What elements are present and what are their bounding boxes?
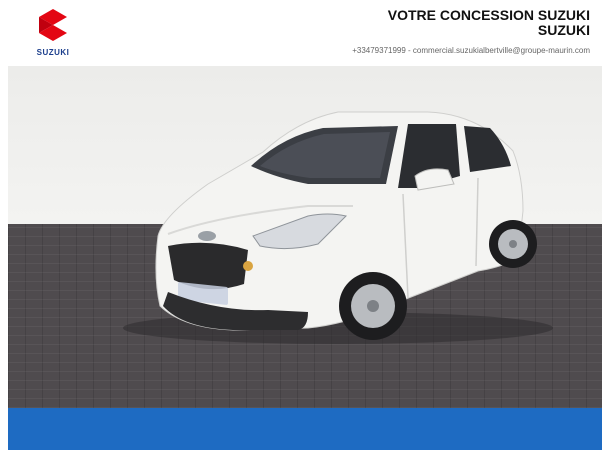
dealer-title-line-1: VOTRE CONCESSION SUZUKI — [387, 7, 590, 23]
dealer-contact[interactable]: +33479371999 - commercial.suzukialbertvi… — [352, 46, 590, 55]
logo-wordmark: SUZUKI — [36, 48, 70, 57]
vehicle-photo — [8, 66, 602, 408]
site-header: SUZUKI VOTRE CONCESSION SUZUKI SUZUKI +3… — [0, 0, 610, 66]
dealer-title: VOTRE CONCESSION SUZUKI SUZUKI — [290, 8, 590, 38]
car-image — [123, 111, 553, 344]
suzuki-logo[interactable]: SUZUKI — [26, 8, 80, 62]
accent-bar — [8, 408, 602, 450]
dealer-title-line-2: SUZUKI — [537, 22, 590, 38]
suzuki-s-logo-icon — [39, 9, 67, 41]
